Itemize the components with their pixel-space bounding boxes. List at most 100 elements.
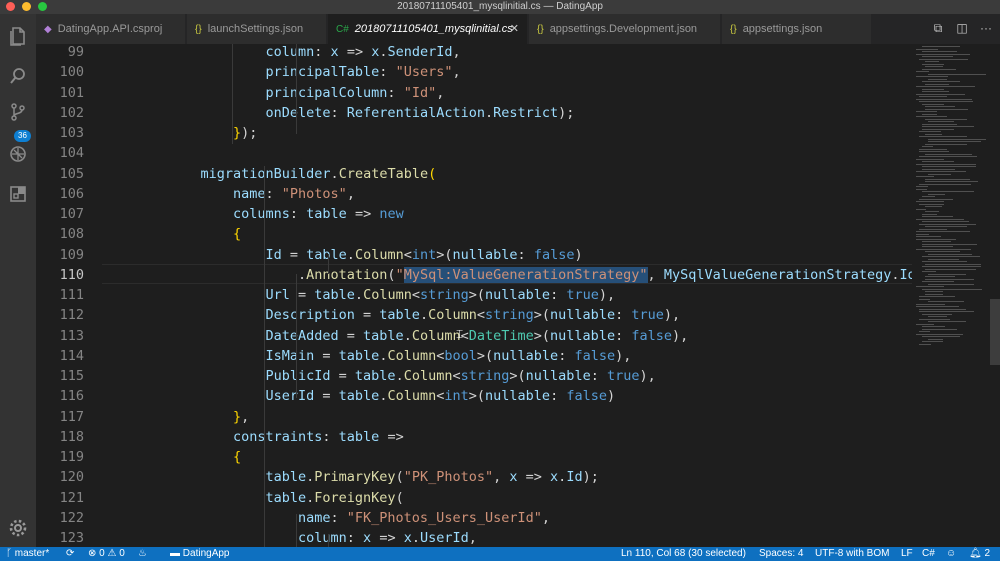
code-editor[interactable]: 99 100 101 102 103 104 105 106 107 108 109 110 111 11… [36,44,1000,547]
code-token: new [379,206,404,222]
line-number: 119 [59,449,84,465]
code-line[interactable]: UserId = table.Column<int>(nullable: fal… [266,386,616,406]
zoom-window-button[interactable] [38,2,47,11]
end-of-line[interactable]: LF [901,547,913,561]
code-token: } [233,125,242,141]
code-line[interactable]: onDelete: ReferentialAction.Restrict); [266,103,575,123]
code-line[interactable]: { [233,447,241,467]
feedback-smiley-icon[interactable]: ☺ [946,547,956,561]
minimize-window-button[interactable] [22,2,31,11]
search-icon[interactable] [8,66,28,86]
line-number: 99 [67,44,84,60]
code-line[interactable]: DateAdded = table.Column<DateTime>(nulla… [266,326,689,346]
code-token: Column [354,246,404,263]
code-token: table [379,307,420,324]
minimap-line [919,96,947,97]
minimap-line [928,138,987,140]
code-token: false [631,327,672,344]
code-token: ), [615,347,632,364]
code-token: ), [663,307,681,324]
bell-icon: 🔔︎ [969,548,982,559]
csproj-file-icon: ◆ [44,24,52,35]
code-line[interactable]: Description = table.Column<string>(nulla… [266,305,681,325]
code-line[interactable]: table.PrimaryKey("PK_Photos", x => x.Id)… [266,467,599,487]
language-mode[interactable]: C# [922,547,935,561]
code-token: int [444,388,469,405]
code-token: UserId [265,388,315,405]
indentation[interactable]: Spaces: 4 [759,547,803,561]
code-token: : [379,64,396,81]
split-editor-icon[interactable]: ◫ [954,20,970,36]
extensions-icon[interactable] [8,184,28,204]
sync-icon[interactable]: ⟳ [66,547,74,561]
scm-badge: 36 [14,130,31,142]
open-changes-icon[interactable]: ⧉ [930,20,946,36]
file-encoding[interactable]: UTF-8 with BOM [815,547,889,561]
settings-gear-icon[interactable] [8,518,28,538]
code-line[interactable]: constraints: table => [233,427,404,447]
minimap-line [916,186,928,187]
code-line[interactable]: Url = table.Column<string>(nullable: tru… [266,285,616,305]
code-token: = [330,368,355,384]
explorer-icon[interactable] [8,26,28,46]
tab-appsettings-development-json[interactable]: {} appsettings.Development.json [529,14,721,44]
line-number: 102 [59,104,84,121]
code-line[interactable]: columns: table => new [233,204,404,224]
code-line[interactable]: Id = table.Column<int>(nullable: false) [266,245,583,265]
code-line[interactable]: migrationBuilder.CreateTable( [201,164,437,184]
minimap-line [925,153,972,155]
flame-icon[interactable]: ♨ [138,547,147,561]
problems-indicator[interactable]: ⊗ 0 ⚠ 0 [88,547,125,561]
code-token: string [460,368,510,384]
minimap-line [916,53,970,55]
debug-icon[interactable] [8,144,28,164]
close-window-button[interactable] [6,2,15,11]
minimap-line [922,256,981,257]
minimap-line [925,206,942,207]
git-branch[interactable]: ᚴ master* [6,547,49,561]
code-line[interactable]: name: "Photos", [233,184,355,204]
notifications-bell[interactable]: 🔔︎ 2 [969,547,990,561]
minimap-line [916,111,938,112]
code-line[interactable]: column: x => x.SenderId, [266,44,461,62]
minimap-line [919,331,931,332]
code-token: >( [533,327,551,344]
tab-mysqlinitial-cs[interactable]: C# 20180711105401_mysqlinitial.cs ✕ [328,14,528,44]
line-number-gutter: 99 100 101 102 103 104 105 106 107 108 109 110 111 11… [36,44,94,547]
code-line[interactable]: table.ForeignKey( [266,488,404,508]
tab-appsettings-json[interactable]: {} appsettings.json [722,14,872,44]
source-control-icon[interactable] [8,102,28,122]
code-line[interactable]: name: "FK_Photos_Users_UserId", [298,508,550,528]
code-line[interactable]: principalTable: "Users", [266,62,461,82]
close-tab-icon[interactable]: ✕ [510,14,519,44]
minimap-line [919,203,944,205]
more-actions-icon[interactable]: ··· [978,20,994,36]
code-token: name [298,509,331,526]
code-line[interactable]: }, [233,407,249,427]
tab-launchsettings-json[interactable]: {} launchSettings.json [187,14,327,44]
code-token: "PK_Photos" [403,469,494,486]
project-selector[interactable]: ▬ DatingApp [170,547,229,561]
code-line[interactable]: { [233,224,241,244]
vertical-scrollbar[interactable] [990,299,1000,365]
code-area[interactable]: column: x => x.SenderId, principalTable: … [102,44,912,547]
code-token: ( [428,165,437,182]
line-number: 107 [59,206,84,222]
code-token: x [363,530,372,546]
code-line[interactable]: principalColumn: "Id", [266,83,445,103]
code-line[interactable]: .Annotation("MySql:ValueGenerationStrate… [298,265,912,285]
code-token: < [452,368,461,384]
code-token: : [550,287,567,303]
code-token: . [403,327,412,344]
minimap-line [922,241,951,242]
json-file-icon: {} [195,24,202,35]
tab-datingapp-csproj[interactable]: ◆ DatingApp.API.csproj [36,14,186,44]
code-line[interactable]: IsMain = table.Column<bool>(nullable: fa… [266,346,632,366]
minimap-line [922,126,974,127]
code-line[interactable]: PublicId = table.Column<string>(nullable… [266,366,656,386]
code-line[interactable]: }); [233,123,257,143]
code-line[interactable]: column: x => x.UserId, [298,528,477,547]
code-token: ForeignKey [314,489,396,506]
cursor-position[interactable]: Ln 110, Col 68 (30 selected) [621,547,746,561]
minimap[interactable] [912,44,1000,547]
